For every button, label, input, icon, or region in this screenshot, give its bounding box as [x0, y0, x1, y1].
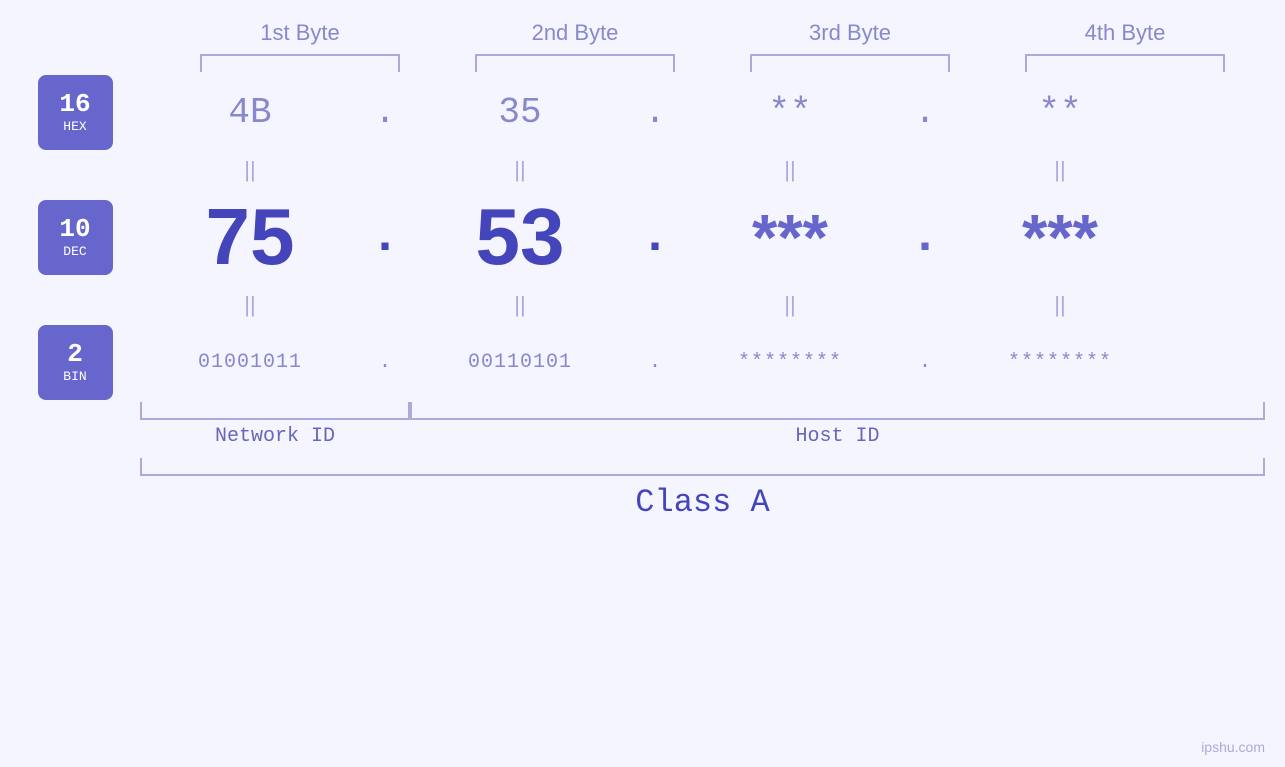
dec-val-3: ***: [680, 200, 900, 275]
network-id-label: Network ID: [140, 425, 410, 448]
dec-badge-label: DEC: [63, 244, 86, 259]
class-label: Class A: [140, 484, 1265, 521]
hex-val-2: 35: [410, 92, 630, 133]
class-bracket: [140, 458, 1265, 476]
class-label-area: Class A: [0, 484, 1285, 521]
hex-row: 4B . 35 . ** . **: [140, 72, 1285, 152]
top-bracket-1: [200, 54, 400, 72]
bin-dot-1: .: [360, 351, 410, 374]
dec-badge: 10 DEC: [38, 200, 113, 275]
eq-8: ||: [950, 292, 1170, 318]
bin-badge-label: BIN: [63, 369, 86, 384]
bin-row: 01001011 . 00110101 . ******** . *******…: [140, 322, 1285, 402]
hex-badge-label: HEX: [63, 119, 86, 134]
host-bottom-bracket: [410, 402, 1265, 420]
bottom-brackets-row: [140, 402, 1265, 420]
eq-1: ||: [140, 157, 360, 183]
byte-headers: 1st Byte 2nd Byte 3rd Byte 4th Byte: [163, 20, 1263, 46]
top-bracket-2: [475, 54, 675, 72]
eq-row-2: || || || ||: [140, 287, 1285, 322]
byte-label-2: 2nd Byte: [465, 20, 685, 46]
hex-badge: 16 HEX: [38, 75, 113, 150]
eq-7: ||: [680, 292, 900, 318]
dec-val-2: 53: [410, 191, 630, 283]
bin-dot-2: .: [630, 351, 680, 374]
dec-val-1: 75: [140, 191, 360, 283]
bin-val-1: 01001011: [140, 351, 360, 374]
bin-dot-3: .: [900, 351, 950, 374]
network-bottom-bracket: [140, 402, 410, 420]
dec-dot-1: .: [360, 209, 410, 266]
content-area: 16 HEX 10 DEC 2 BIN: [0, 72, 1285, 402]
watermark: ipshu.com: [1201, 739, 1265, 755]
main-container: 1st Byte 2nd Byte 3rd Byte 4th Byte 16 H…: [0, 0, 1285, 767]
hex-val-1: 4B: [140, 92, 360, 133]
eq-3: ||: [680, 157, 900, 183]
bottom-bracket-area: Network ID Host ID: [0, 402, 1285, 448]
eq-2: ||: [410, 157, 630, 183]
hex-dot-2: .: [630, 92, 680, 133]
byte-label-1: 1st Byte: [190, 20, 410, 46]
bin-val-2: 00110101: [410, 351, 630, 374]
dec-dot-3: .: [900, 209, 950, 266]
host-id-label: Host ID: [410, 425, 1265, 448]
byte-label-4: 4th Byte: [1015, 20, 1235, 46]
bin-val-3: ********: [680, 351, 900, 374]
dec-badge-num: 10: [59, 215, 90, 244]
values-area: 4B . 35 . ** . ** || || || || 75: [140, 72, 1285, 402]
badges-column: 16 HEX 10 DEC 2 BIN: [0, 72, 140, 402]
hex-badge-num: 16: [59, 90, 90, 119]
eq-6: ||: [410, 292, 630, 318]
eq-5: ||: [140, 292, 360, 318]
id-labels-row: Network ID Host ID: [140, 425, 1265, 448]
eq-4: ||: [950, 157, 1170, 183]
bin-val-4: ********: [950, 351, 1170, 374]
dec-row: 75 . 53 . *** . ***: [140, 187, 1285, 287]
big-bracket-area: [0, 458, 1285, 476]
byte-label-3: 3rd Byte: [740, 20, 960, 46]
hex-val-3: **: [680, 92, 900, 133]
hex-dot-1: .: [360, 92, 410, 133]
hex-dot-3: .: [900, 92, 950, 133]
hex-val-4: **: [950, 92, 1170, 133]
eq-row-1: || || || ||: [140, 152, 1285, 187]
top-bracket-4: [1025, 54, 1225, 72]
top-bracket-3: [750, 54, 950, 72]
bin-badge-num: 2: [67, 340, 83, 369]
bin-badge: 2 BIN: [38, 325, 113, 400]
top-brackets: [163, 54, 1263, 72]
dec-dot-2: .: [630, 209, 680, 266]
dec-val-4: ***: [950, 200, 1170, 275]
